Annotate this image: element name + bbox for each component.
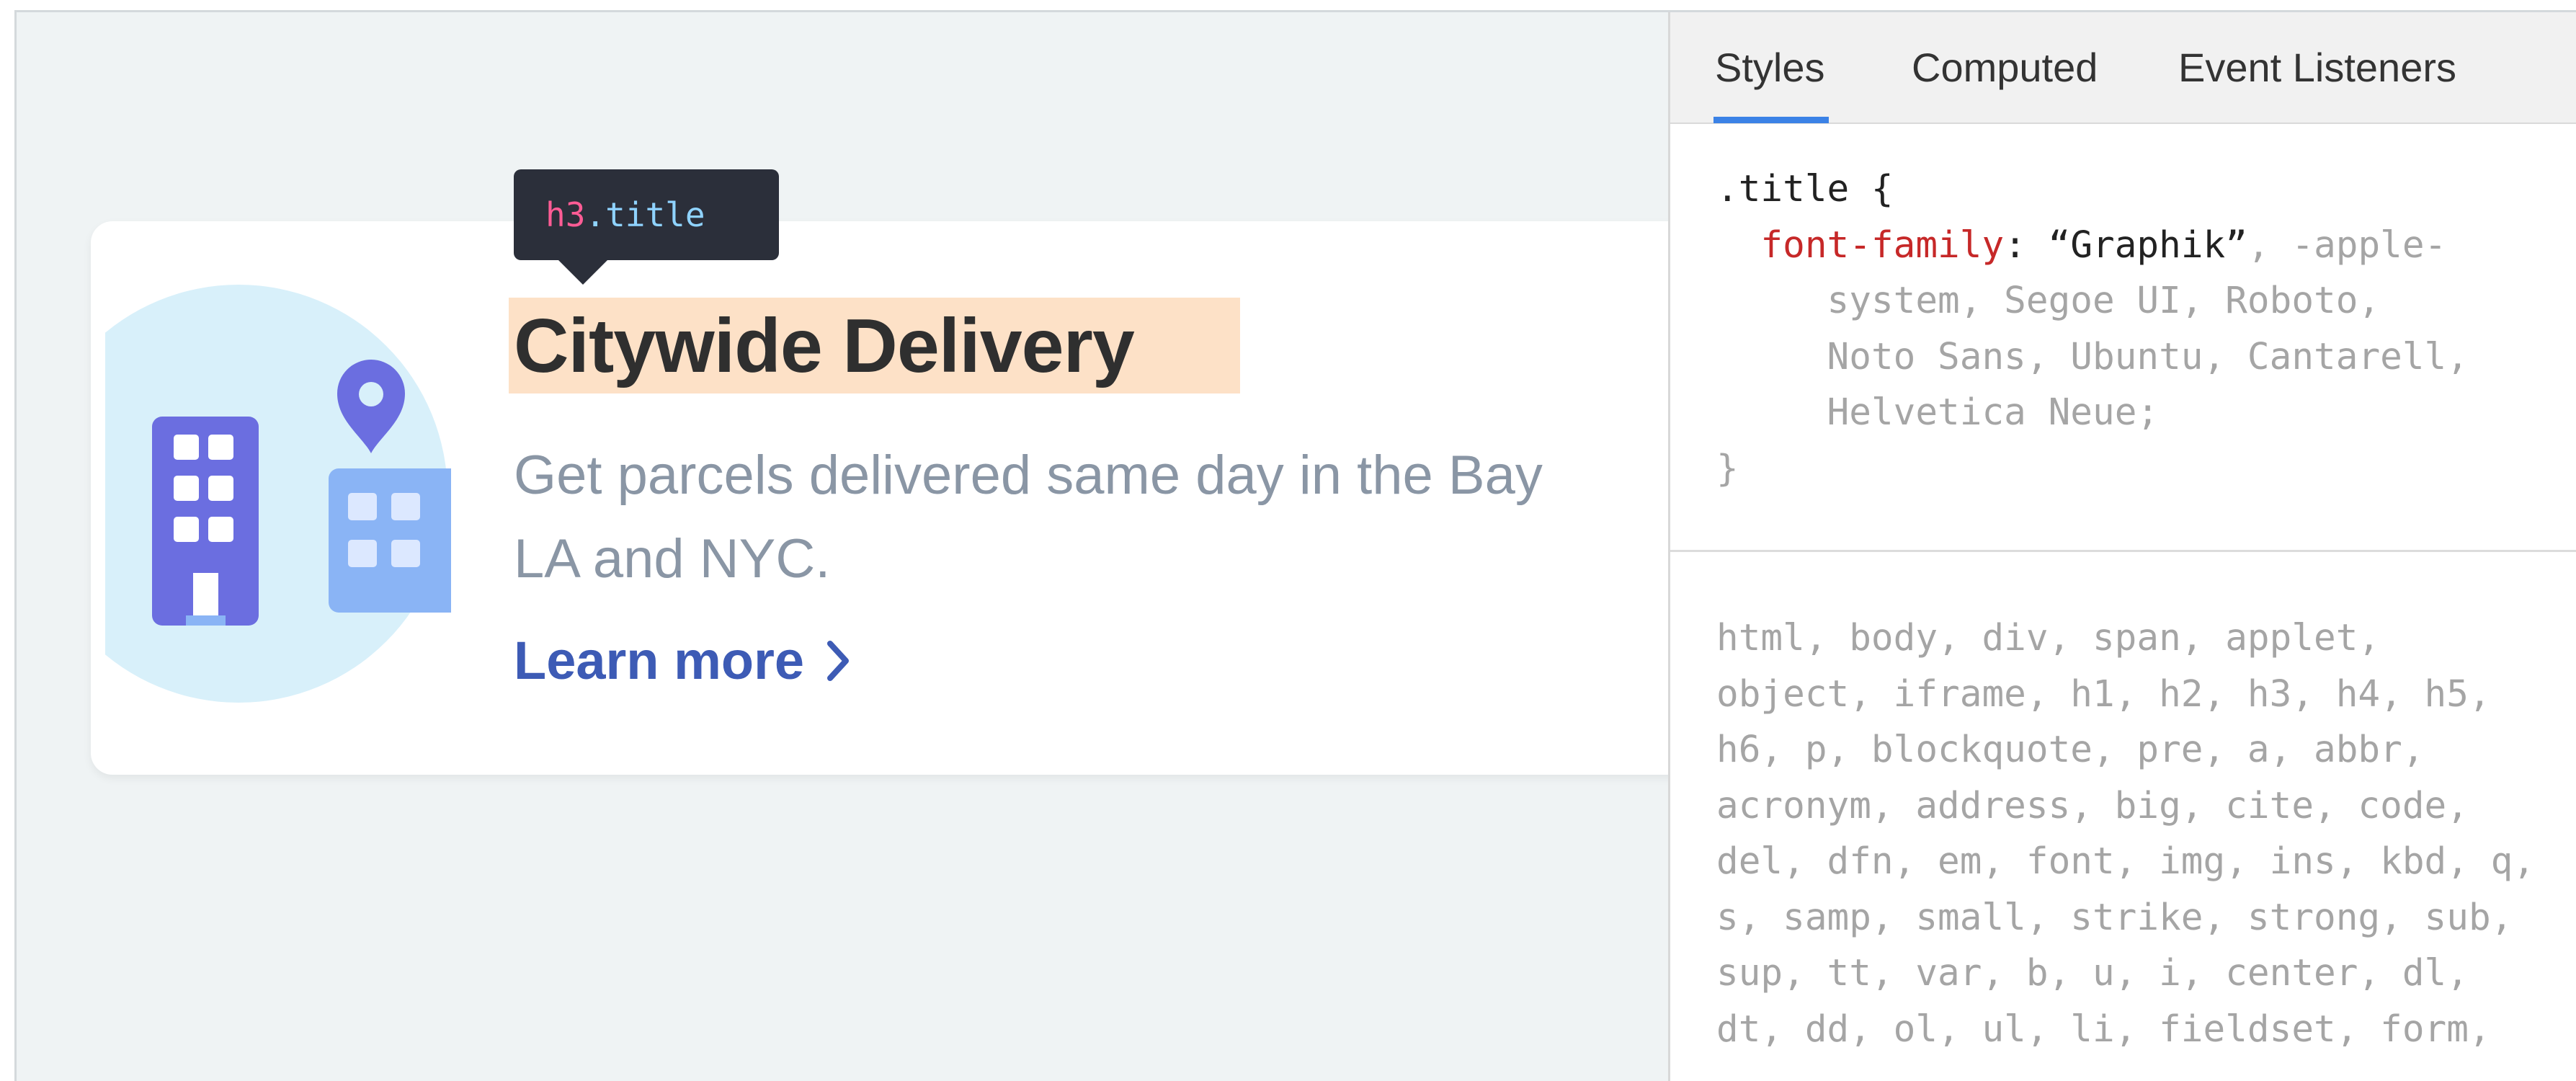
city-buildings-location-icon (105, 285, 451, 703)
element-inspector-tooltip: h3.title (514, 169, 779, 285)
rule-divider (1670, 550, 2576, 552)
tooltip-tag-name: h3 (545, 195, 586, 234)
devtools-tabbar: Styles Computed Event Listeners (1670, 12, 2576, 124)
card-description: Get parcels delivered same day in the Ba… (514, 434, 1543, 601)
card-title: Citywide Delivery (514, 303, 1135, 388)
css-value-fallback-line-3[interactable]: Noto Sans, Ubuntu, Cantarell, (1827, 336, 2469, 378)
css-reset-selector-list[interactable]: html, body, div, span, applet, object, i… (1716, 610, 2538, 1057)
css-value-fallback[interactable]: , -apple- (2247, 224, 2446, 267)
description-line-1: Get parcels delivered same day in the Ba… (514, 445, 1543, 506)
css-selector[interactable]: .title { (1716, 168, 1894, 210)
tab-event-listeners[interactable]: Event Listeners (2178, 12, 2456, 124)
css-rule-close-brace: } (1716, 447, 1739, 490)
learn-more-label: Learn more (514, 631, 805, 690)
browser-viewport: Citywide Delivery h3.title Get parcels d… (14, 10, 2576, 1081)
active-tab-indicator (1713, 117, 1829, 123)
tab-computed[interactable]: Computed (1912, 12, 2098, 124)
css-value-fallback-line-2[interactable]: system, Segoe UI, Roboto, (1827, 280, 2381, 322)
tooltip-class-name: .title (585, 195, 705, 234)
css-value-primary[interactable]: “Graphik” (2049, 224, 2247, 267)
devtools-panel: Styles Computed Event Listeners .title {… (1668, 12, 2576, 1081)
description-line-2: LA and NYC. (514, 528, 831, 590)
css-rule-title[interactable]: .title { font-family: “Graphik”, -apple-… (1716, 161, 2469, 497)
chevron-right-icon (827, 641, 850, 681)
tab-styles[interactable]: Styles (1715, 12, 1825, 124)
css-value-fallback-line-4[interactable]: Helvetica Neue; (1827, 391, 2160, 434)
css-colon: : (2004, 223, 2049, 267)
css-property-name[interactable]: font-family (1760, 224, 2004, 267)
learn-more-link[interactable]: Learn more (514, 625, 850, 697)
